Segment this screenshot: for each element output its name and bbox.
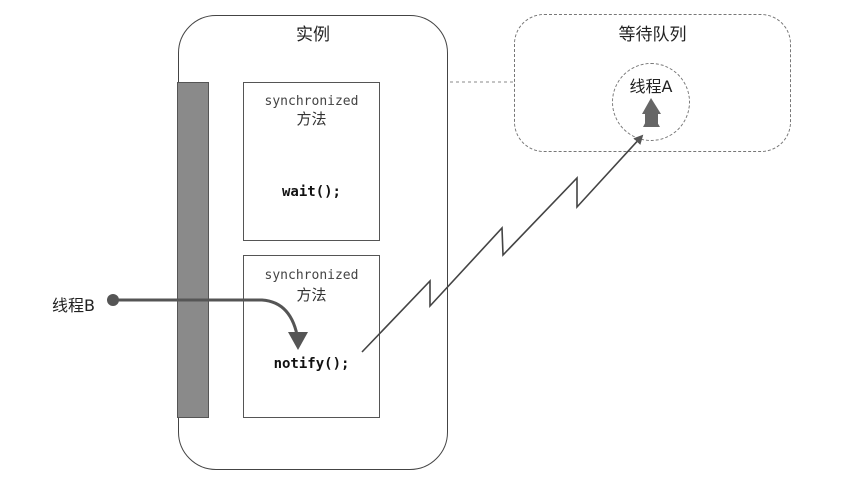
- diagram-connectors: [107, 81, 661, 353]
- thread-a-marker: [645, 112, 658, 127]
- thread-b-path: [117, 298, 300, 341]
- thread-b-arrowhead: [288, 332, 308, 350]
- thread-a-marker-tip: [642, 98, 661, 114]
- notify-lightning-arrow: [361, 134, 644, 353]
